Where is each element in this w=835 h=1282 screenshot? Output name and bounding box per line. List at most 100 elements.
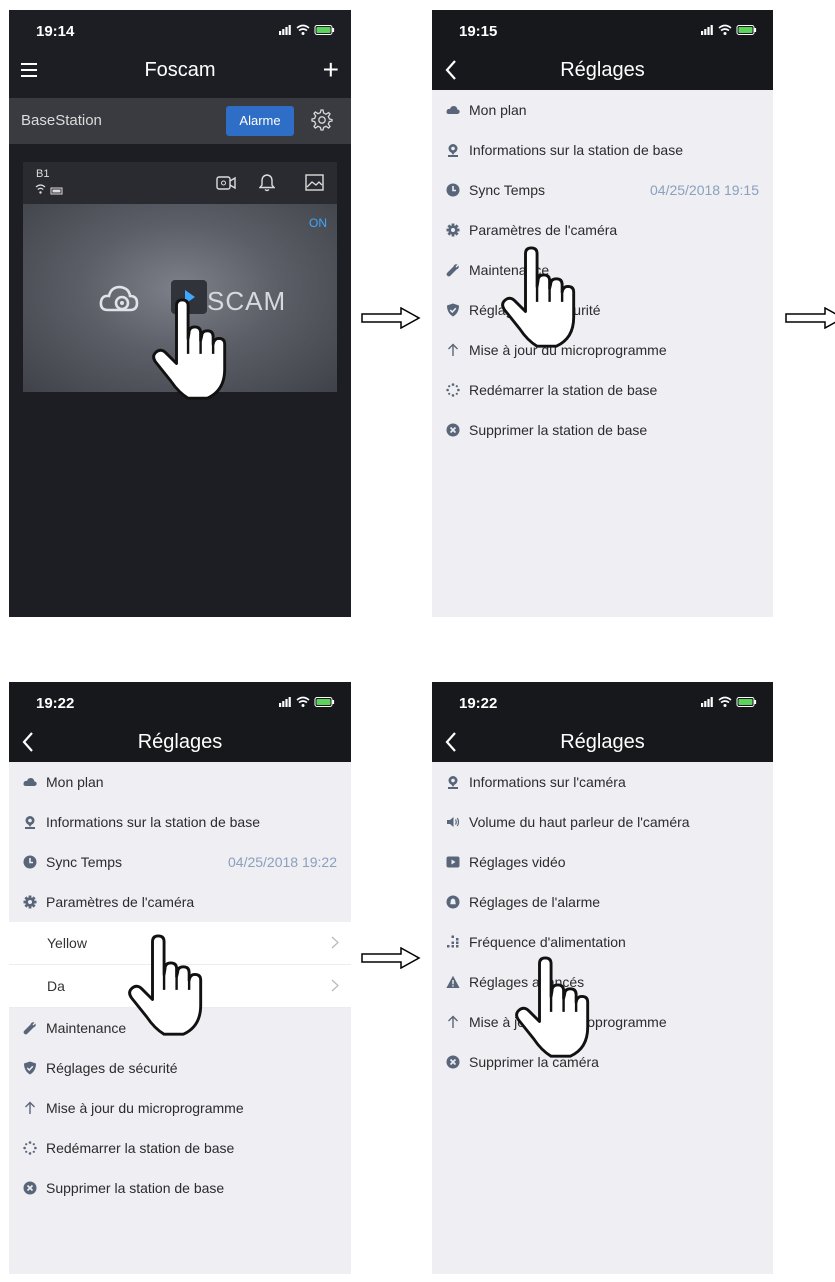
status-time: 19:22 <box>36 695 75 712</box>
settings-item-label: Mise à jour du microprogramme <box>46 1100 244 1116</box>
phone-screen-home: 19:14 Foscam + BaseStation Alarme B1 ON <box>9 10 351 617</box>
gallery-image-icon[interactable] <box>305 174 324 191</box>
settings-item-label: Volume du haut parleur de l'caméra <box>469 814 690 830</box>
speaker-icon <box>446 815 460 829</box>
tap-hand-icon <box>125 934 207 1040</box>
settings-item-firmware[interactable]: Mise à jour du microprogramme <box>9 1088 351 1128</box>
video-preview[interactable]: ON SCAM <box>23 204 337 392</box>
settings-item-label: Redémarrer la station de base <box>46 1140 235 1156</box>
arrow-up-icon <box>23 1101 37 1115</box>
status-icons <box>277 22 337 38</box>
settings-item-label: Supprimer la station de base <box>46 1180 225 1196</box>
sync-time-value: 04/25/2018 19:22 <box>228 854 337 870</box>
settings-item-security[interactable]: Réglages de sécurité <box>432 290 773 330</box>
settings-item-video[interactable]: Réglages vidéo <box>432 842 773 882</box>
camera-card-header: B1 <box>23 162 337 204</box>
location-pin-icon <box>446 775 460 789</box>
settings-item-advanced[interactable]: Réglages avancés <box>432 962 773 1002</box>
delete-circle-icon <box>446 423 460 437</box>
settings-item-restart[interactable]: Redémarrer la station de base <box>432 370 773 410</box>
settings-item-restart[interactable]: Redémarrer la station de base <box>9 1128 351 1168</box>
alarm-icon <box>446 895 460 909</box>
settings-item-camera-params[interactable]: Paramètres de l'caméra <box>432 210 773 250</box>
clock-icon <box>446 183 460 197</box>
status-icons <box>699 694 759 710</box>
settings-item-label: Maintenance <box>46 1020 127 1036</box>
settings-item-delete-base[interactable]: Supprimer la station de base <box>432 410 773 450</box>
settings-item-label: Fréquence d'alimentation <box>469 934 626 950</box>
clock-icon <box>23 855 37 869</box>
video-icon <box>446 855 460 869</box>
settings-item-firmware[interactable]: Mise à jour du microprogramme <box>432 1002 773 1042</box>
location-pin-icon <box>23 815 37 829</box>
settings-item-camera-params[interactable]: Paramètres de l'caméra <box>9 882 351 922</box>
settings-item-alarm[interactable]: Réglages de l'alarme <box>432 882 773 922</box>
settings-item-label: Réglages de l'alarme <box>469 894 601 910</box>
bell-icon[interactable] <box>259 173 275 192</box>
delete-circle-icon <box>446 1055 460 1069</box>
settings-item-maintenance[interactable]: Maintenance <box>432 250 773 290</box>
settings-item-label: Informations sur la station de base <box>46 814 261 830</box>
settings-item-speaker-volume[interactable]: Volume du haut parleur de l'caméra <box>432 802 773 842</box>
settings-item-firmware[interactable]: Mise à jour du microprogramme <box>432 330 773 370</box>
settings-item-mon-plan[interactable]: Mon plan <box>9 762 351 802</box>
status-time: 19:15 <box>459 23 498 40</box>
settings-item-label: Paramètres de l'caméra <box>469 222 618 238</box>
camera-card[interactable]: B1 ON SCAM <box>23 162 337 392</box>
status-bar: 19:22 <box>9 682 351 722</box>
settings-item-sync-time[interactable]: Sync Temps 04/25/2018 19:15 <box>432 170 773 210</box>
sync-time-value: 04/25/2018 19:15 <box>650 182 759 198</box>
settings-item-sync-time[interactable]: Sync Temps 04/25/2018 19:22 <box>9 842 351 882</box>
settings-item-delete-camera[interactable]: Supprimer la caméra <box>432 1042 773 1082</box>
settings-item-mon-plan[interactable]: Mon plan <box>432 90 773 130</box>
status-bar: 19:22 <box>432 682 773 722</box>
status-time: 19:22 <box>459 695 498 712</box>
settings-item-base-info[interactable]: Informations sur la station de base <box>9 802 351 842</box>
status-icons <box>277 694 337 710</box>
tap-hand-icon <box>498 246 580 352</box>
spinner-icon <box>446 383 460 397</box>
nav-bar: Réglages <box>432 50 773 90</box>
phone-screen-settings: 19:15 Réglages Mon plan Informations sur… <box>432 10 773 617</box>
settings-item-label: Paramètres de l'caméra <box>46 894 195 910</box>
gear-icon <box>23 895 37 909</box>
settings-item-label: Supprimer la station de base <box>469 422 648 438</box>
record-video-icon[interactable] <box>216 175 236 191</box>
gear-icon <box>446 223 460 237</box>
page-title: Réglages <box>137 731 223 753</box>
base-station-name: BaseStation <box>21 112 102 129</box>
camera-on-status: ON <box>309 216 327 230</box>
wifi-battery-icon <box>35 184 63 195</box>
tap-hand-icon <box>512 956 594 1062</box>
nav-bar: Réglages <box>432 722 773 762</box>
base-station-bar: BaseStation Alarme <box>9 98 351 144</box>
chevron-right-icon <box>331 979 339 992</box>
shield-icon <box>23 1061 37 1075</box>
nav-bar: Foscam + <box>9 50 351 90</box>
camera-name: Yellow <box>47 935 87 951</box>
settings-item-label: Informations sur l'caméra <box>469 774 626 790</box>
settings-item-label: Réglages vidéo <box>469 854 566 870</box>
settings-item-camera-info[interactable]: Informations sur l'caméra <box>432 762 773 802</box>
status-icons <box>699 22 759 38</box>
settings-item-label: Mon plan <box>469 102 527 118</box>
page-title: Réglages <box>560 59 645 81</box>
settings-gear-icon[interactable] <box>311 109 333 131</box>
settings-item-power-frequency[interactable]: Fréquence d'alimentation <box>432 922 773 962</box>
spinner-icon <box>23 1141 37 1155</box>
settings-item-delete-base[interactable]: Supprimer la station de base <box>9 1168 351 1208</box>
page-title: Réglages <box>560 731 645 753</box>
settings-item-label: Sync Temps <box>469 182 545 198</box>
delete-circle-icon <box>23 1181 37 1195</box>
settings-item-security[interactable]: Réglages de sécurité <box>9 1048 351 1088</box>
alarm-button[interactable]: Alarme <box>226 106 294 136</box>
flow-arrow-icon <box>360 947 422 969</box>
app-title: Foscam <box>144 59 216 81</box>
settings-item-label: Sync Temps <box>46 854 122 870</box>
cloud-icon <box>446 103 460 117</box>
wrench-icon <box>23 1021 37 1035</box>
add-device-icon[interactable]: + <box>323 56 339 84</box>
settings-item-base-info[interactable]: Informations sur la station de base <box>432 130 773 170</box>
phone-screen-settings-expanded: 19:22 Réglages Mon plan Informations sur… <box>9 682 351 1274</box>
settings-item-label: Mon plan <box>46 774 104 790</box>
